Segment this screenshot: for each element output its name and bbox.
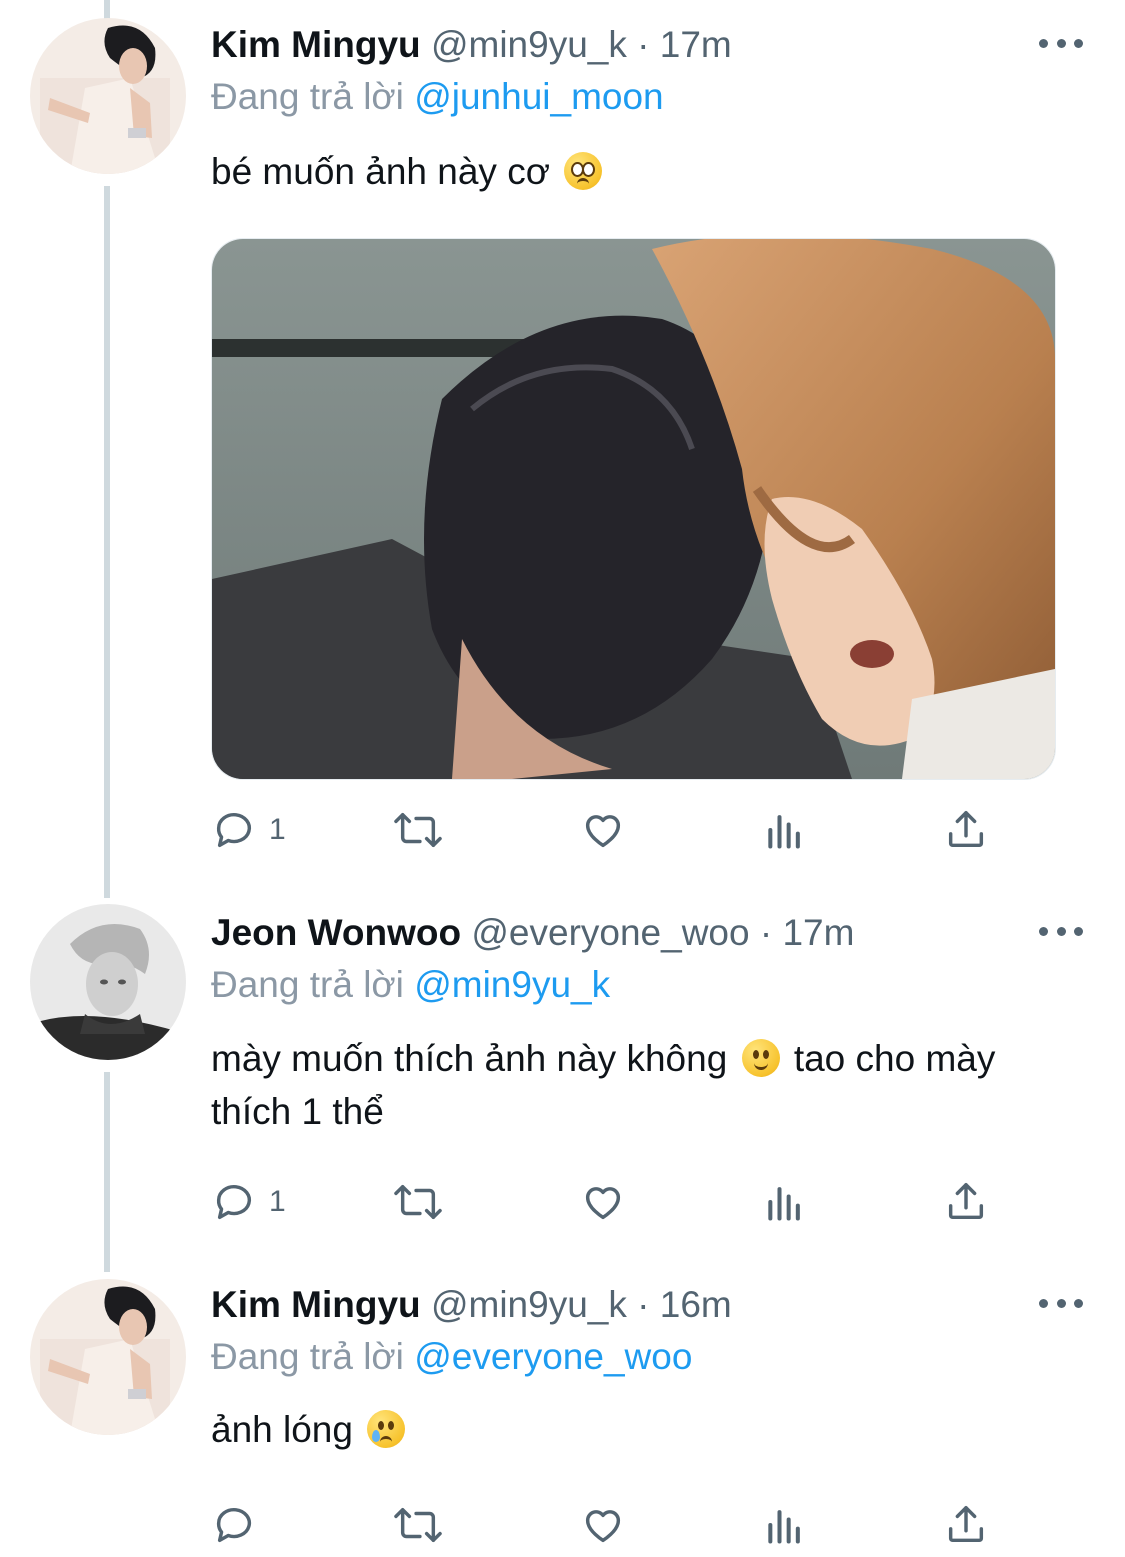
- like-icon: [585, 1510, 621, 1543]
- timestamp[interactable]: 16m: [660, 1284, 732, 1325]
- display-name[interactable]: Kim Mingyu: [211, 24, 421, 65]
- reply-button[interactable]: [211, 1497, 269, 1553]
- replying-to: Đang trả lời @junhui_moon: [211, 72, 664, 122]
- mention-link[interactable]: @everyone_woo: [414, 1336, 692, 1377]
- avatar[interactable]: [30, 904, 186, 1060]
- reply-button[interactable]: 1: [211, 1174, 286, 1230]
- retweet-icon: [394, 1507, 442, 1543]
- mention-link[interactable]: @min9yu_k: [414, 964, 610, 1005]
- timestamp[interactable]: 17m: [782, 912, 854, 953]
- tweet[interactable]: Jeon Wonwoo @everyone_woo · 17m Đang trả…: [0, 880, 1125, 1260]
- crying-face-emoji: [367, 1410, 406, 1448]
- tweet-header: Jeon Wonwoo @everyone_woo · 17m: [211, 908, 1035, 958]
- reply-icon: [216, 1508, 252, 1543]
- handle[interactable]: @min9yu_k: [431, 1284, 627, 1325]
- retweet-button[interactable]: [391, 802, 445, 858]
- mention-link[interactable]: @junhui_moon: [414, 76, 663, 117]
- reply-count: 1: [269, 1185, 286, 1218]
- pleading-face-emoji: [564, 152, 603, 190]
- share-icon: [948, 1183, 984, 1220]
- avatar[interactable]: [30, 1279, 186, 1435]
- analytics-icon: [768, 815, 800, 849]
- reply-count: 1: [269, 813, 286, 846]
- tweet-text: ảnh lóng: [211, 1403, 1091, 1456]
- handle[interactable]: @min9yu_k: [431, 24, 627, 65]
- tweet-text-content: tao cho mày: [793, 1038, 996, 1079]
- like-button[interactable]: [579, 1174, 627, 1230]
- retweet-icon: [394, 1184, 442, 1220]
- like-button[interactable]: [579, 1497, 627, 1553]
- analytics-icon: [768, 1187, 800, 1221]
- tweet-text: bé muốn ảnh này cơ: [211, 145, 1091, 198]
- separator: ·: [637, 1284, 650, 1325]
- separator: ·: [637, 24, 650, 65]
- more-icon[interactable]: [1039, 919, 1083, 943]
- analytics-button[interactable]: [763, 1497, 807, 1553]
- slightly-smiling-face-emoji: [741, 1039, 780, 1077]
- share-button[interactable]: [943, 802, 989, 858]
- more-icon[interactable]: [1039, 1291, 1083, 1315]
- retweet-button[interactable]: [391, 1174, 445, 1230]
- like-icon: [585, 1187, 621, 1220]
- tweet[interactable]: Kim Mingyu @min9yu_k · 16m Đang trả lời …: [0, 1265, 1125, 1557]
- share-button[interactable]: [943, 1174, 989, 1230]
- like-button[interactable]: [579, 802, 627, 858]
- tweet-text-content: bé muốn ảnh này cơ: [211, 151, 550, 192]
- replying-to-label: Đang trả lời: [211, 76, 404, 117]
- share-icon: [948, 811, 984, 848]
- tweet-text-content: ảnh lóng: [211, 1409, 353, 1450]
- tweet-header: Kim Mingyu @min9yu_k · 16m: [211, 1280, 1035, 1330]
- more-icon[interactable]: [1039, 31, 1083, 55]
- replying-to: Đang trả lời @everyone_woo: [211, 1332, 692, 1382]
- analytics-icon: [768, 1510, 800, 1544]
- display-name[interactable]: Jeon Wonwoo: [211, 912, 461, 953]
- display-name[interactable]: Kim Mingyu: [211, 1284, 421, 1325]
- timestamp[interactable]: 17m: [660, 24, 732, 65]
- tweet-text-content: thích 1 thể: [211, 1091, 384, 1132]
- like-icon: [585, 815, 621, 848]
- replying-to: Đang trả lời @min9yu_k: [211, 960, 610, 1010]
- reply-icon: [216, 1185, 252, 1220]
- share-icon: [948, 1506, 984, 1543]
- analytics-button[interactable]: [763, 802, 807, 858]
- share-button[interactable]: [943, 1497, 989, 1553]
- tweet-header: Kim Mingyu @min9yu_k · 17m: [211, 20, 1035, 70]
- avatar[interactable]: [30, 18, 186, 174]
- reply-icon: [216, 813, 252, 848]
- replying-to-label: Đang trả lời: [211, 964, 404, 1005]
- handle[interactable]: @everyone_woo: [471, 912, 749, 953]
- replying-to-label: Đang trả lời: [211, 1336, 404, 1377]
- tweet-photo[interactable]: [211, 238, 1056, 780]
- tweet-actions: 1: [211, 802, 1001, 858]
- retweet-icon: [394, 812, 442, 848]
- tweet-text: mày muốn thích ảnh này không tao cho mày…: [211, 1032, 1091, 1138]
- tweet-actions: 1: [211, 1174, 1001, 1230]
- tweet-actions: [211, 1497, 1001, 1553]
- separator: ·: [759, 912, 773, 953]
- tweet[interactable]: Kim Mingyu @min9yu_k · 17m Đang trả lời …: [0, 0, 1125, 870]
- analytics-button[interactable]: [763, 1174, 807, 1230]
- retweet-button[interactable]: [391, 1497, 445, 1553]
- tweet-text-content: mày muốn thích ảnh này không: [211, 1038, 728, 1079]
- reply-button[interactable]: 1: [211, 802, 286, 858]
